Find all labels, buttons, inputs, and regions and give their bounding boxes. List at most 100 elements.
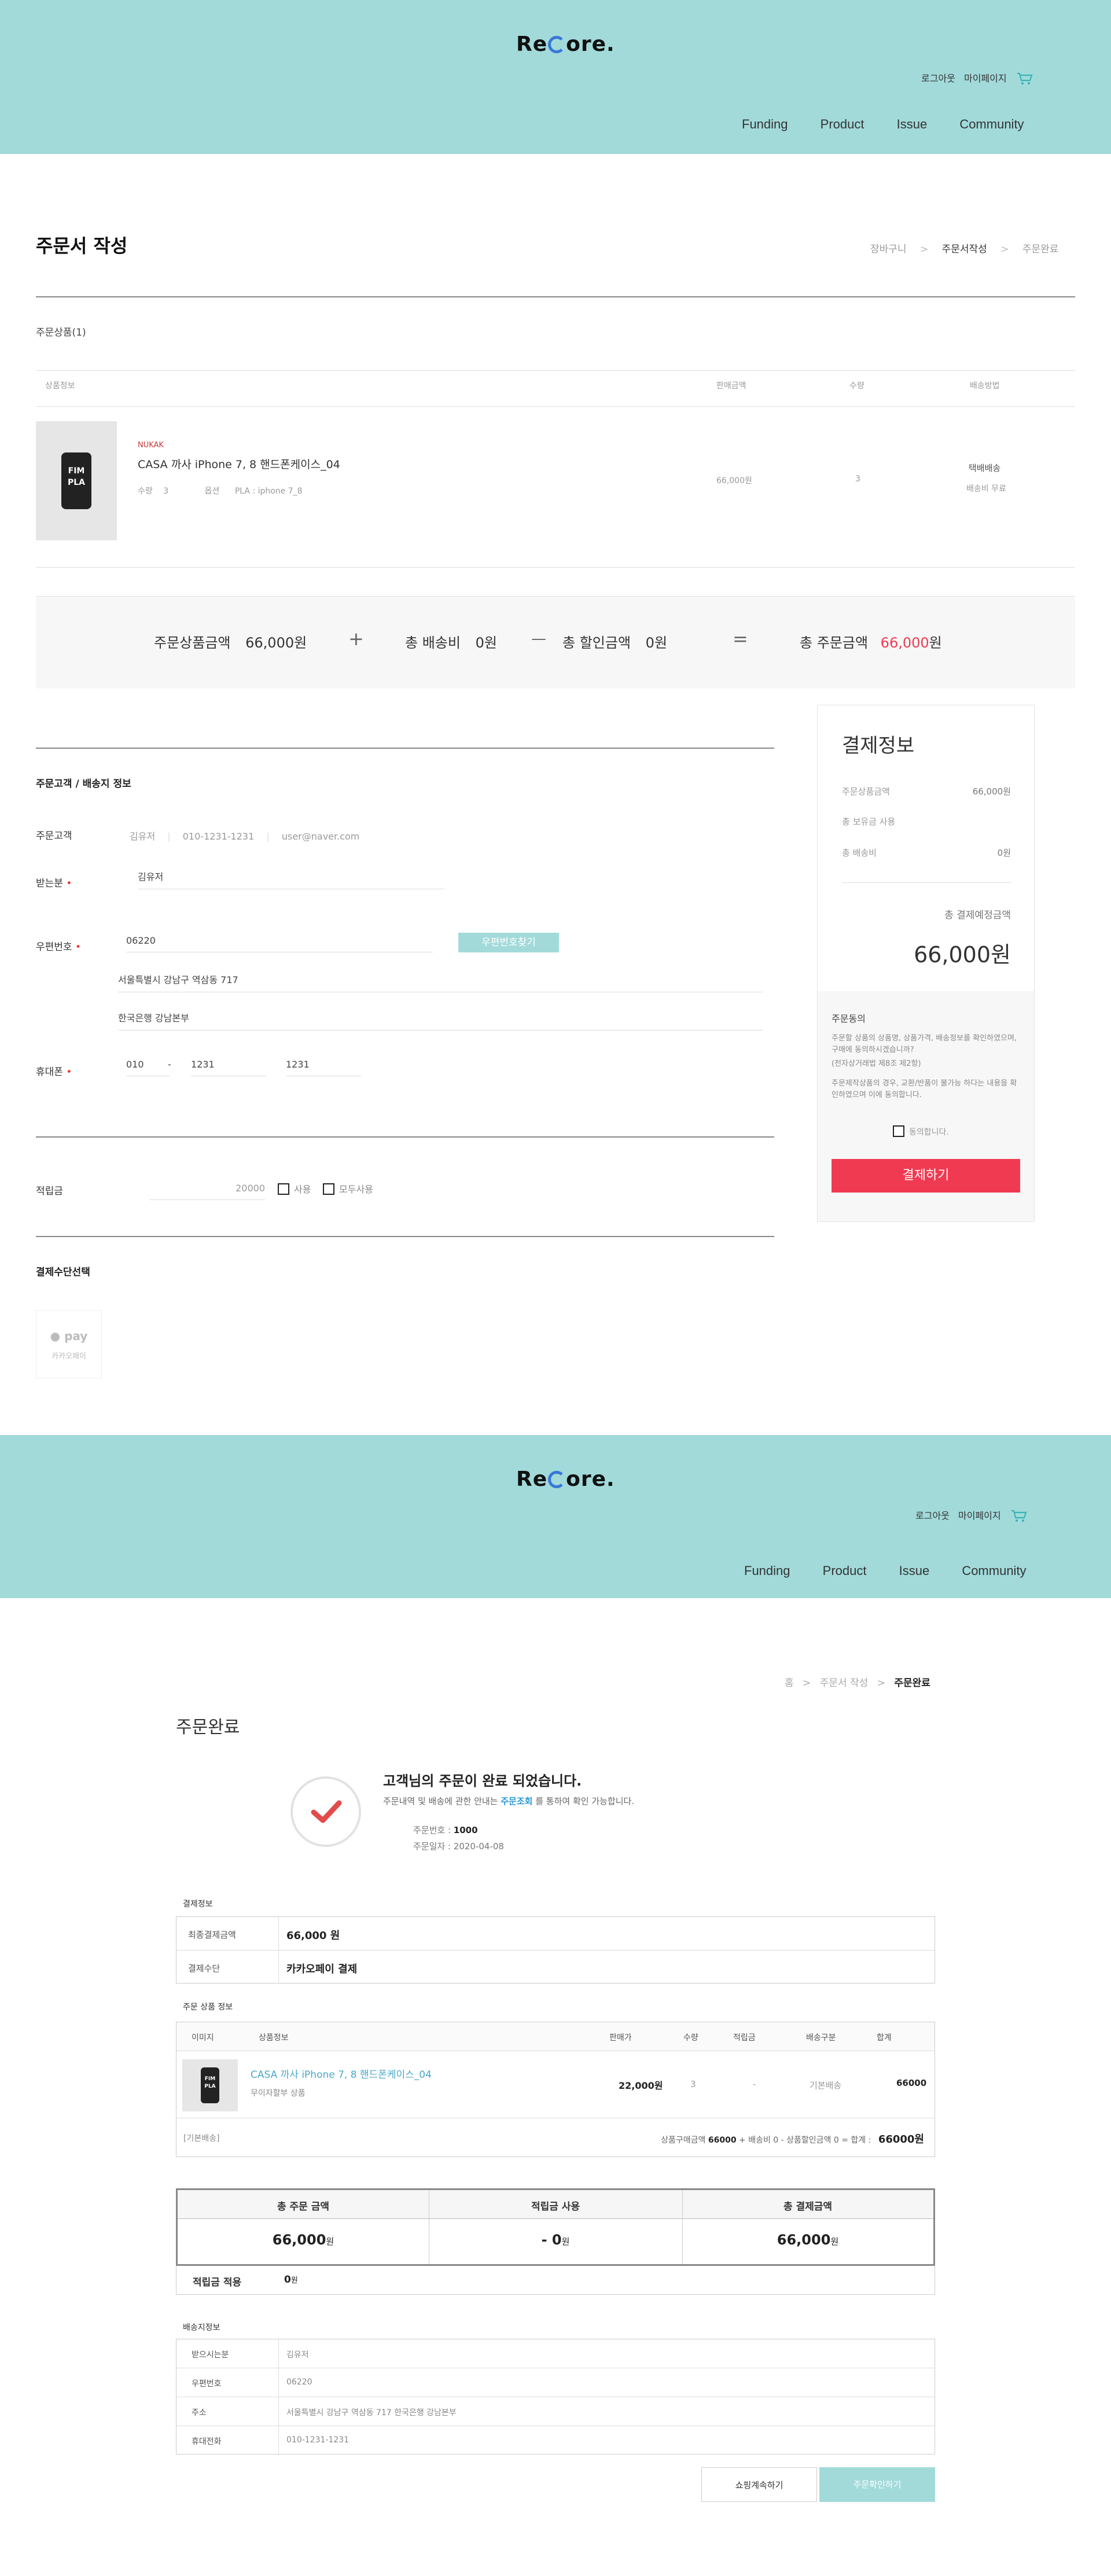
pay-button[interactable]: 결제하기 (832, 1159, 1020, 1193)
nav-community[interactable]: Community (959, 117, 1024, 131)
goods-thumb-text-2: PLA (204, 2084, 216, 2089)
use-label: 사용 (294, 1184, 311, 1195)
customer-section-title: 주문고객 / 배송지 정보 (36, 778, 131, 790)
divider (36, 296, 1075, 297)
mypage-link[interactable]: 마이페이지 (958, 1510, 1001, 1521)
agree-title: 주문동의 (832, 1013, 866, 1024)
crumb-form[interactable]: 주문서 작성 (820, 1677, 869, 1689)
divider (36, 567, 1075, 568)
divider (36, 748, 774, 749)
ship-address-label: 주소 (192, 2408, 207, 2417)
kakaopay-option[interactable]: ● pay 카카오페이 (36, 1310, 102, 1378)
goods-th-info: 상품정보 (259, 2033, 289, 2043)
agree-check-label: 동의합니다. (909, 1128, 949, 1137)
totals-order-unit: 원 (326, 2236, 334, 2247)
nav-community[interactable]: Community (962, 1563, 1026, 1578)
cart-icon[interactable] (1017, 72, 1033, 85)
goods-sum: 66000 (896, 2078, 927, 2088)
summary-disc-value: 0원 (645, 635, 668, 651)
side-divider (842, 882, 1011, 883)
mobile-dash: - (168, 1059, 171, 1070)
nav-funding[interactable]: Funding (742, 117, 788, 131)
mypage-link[interactable]: 마이페이지 (964, 73, 1007, 84)
agree-text-1: 주문할 상품의 상품명, 상품가격, 배송정보를 확인하였으며, 구매에 동의하… (832, 1034, 1017, 1054)
payment-info-panel: 결제정보 주문상품금액 66,000원 총 보유금 사용 총 배송비 0원 총 … (817, 705, 1035, 1222)
mobile2-input[interactable]: 1231 (191, 1059, 266, 1076)
use-all-checkbox[interactable] (323, 1183, 334, 1195)
goods-section-title: 주문 상품 정보 (183, 2003, 233, 2012)
totals-point-amount: - 0 (541, 2232, 562, 2248)
main-nav: Funding Product Issue Community (715, 1563, 1027, 1578)
goods-ship: 기본배송 (810, 2080, 842, 2091)
cart-icon[interactable] (1011, 1510, 1027, 1522)
goods-thumb-text-1: FIM (204, 2076, 216, 2082)
top-links: 로그아웃 마이페이지 (910, 1508, 1027, 1522)
agree-checkbox-row[interactable]: 동의합니다. (893, 1125, 949, 1138)
ship-section-title: 배송지정보 (183, 2323, 220, 2332)
totals-th-point: 적립금 사용 (531, 2201, 580, 2213)
ship-phone-value: 010-1231-1231 (286, 2435, 350, 2445)
order-number: 주문번호 : 1000 (413, 1824, 478, 1836)
logo[interactable]: Re ore. (516, 1467, 615, 1491)
goods-name[interactable]: CASA 까사 iPhone 7, 8 핸드폰케이스_04 (251, 2066, 432, 2081)
logo[interactable]: Re ore. (516, 32, 615, 56)
address2-input[interactable]: 한국은행 강남본부 (118, 1010, 763, 1031)
sum-line-pre: 상품구매금액 (661, 2136, 708, 2145)
goods-price: 22,000원 (619, 2080, 663, 2091)
side-items-value: 66,000원 (972, 786, 1011, 797)
plus-icon: + (348, 628, 364, 650)
site-header: Re ore. 로그아웃 마이페이지 Funding Product Issue … (0, 0, 1111, 154)
product-count: 3 (855, 474, 860, 484)
points-input[interactable]: 20000 (149, 1183, 265, 1200)
ship-receiver-label: 받으시는분 (192, 2350, 229, 2360)
page-title: 주문서 작성 (36, 235, 128, 257)
goods-table: 이미지 상품정보 판매가 수량 적립금 배송구분 합계 FIM PLA CASA… (176, 2022, 935, 2157)
mobile3-input[interactable]: 1231 (286, 1059, 361, 1076)
use-checkbox[interactable] (278, 1183, 289, 1195)
complete-sub-pre: 주문내역 및 배송에 관한 안내는 (383, 1796, 501, 1806)
order-lookup-link[interactable]: 주문조회 (501, 1796, 532, 1806)
receiver-label-text: 받는분 (36, 878, 63, 889)
nav-issue[interactable]: Issue (897, 117, 928, 131)
side-items-label: 주문상품금액 (842, 786, 890, 797)
step-complete: 주문완료 (1022, 244, 1059, 255)
points-use-all[interactable]: 모두사용 (323, 1182, 373, 1195)
complete-sub: 주문내역 및 배송에 관한 안내는 주문조회 를 통하여 확인 가능합니다. (383, 1795, 634, 1807)
pay-method-value: 카카오페이 결제 (286, 1963, 358, 1975)
zip-input[interactable]: 06220 (126, 935, 433, 952)
chat-bubble-icon: ● (50, 1329, 61, 1343)
product-thumbnail[interactable]: FIM PLA (36, 421, 117, 540)
check-order-button[interactable]: 주문확인하기 (819, 2467, 935, 2502)
point-apply-row: 적립금 적용 0원 (176, 2266, 935, 2295)
summary-ship-label: 총 배송비 (405, 635, 461, 651)
address1-input[interactable]: 서울특별시 강남구 역삼동 717 (118, 972, 763, 992)
th-product: 상품정보 (45, 381, 75, 391)
check-circle-icon (290, 1776, 361, 1847)
points-use[interactable]: 사용 (278, 1182, 311, 1195)
receiver-input[interactable]: 김유저 (138, 869, 444, 889)
crumb-home[interactable]: 홈 (785, 1677, 794, 1689)
logout-link[interactable]: 로그아웃 (921, 73, 955, 84)
ship-zip-label: 우편번호 (192, 2379, 222, 2389)
summary-items-label: 주문상품금액 (154, 635, 231, 651)
continue-shopping-button[interactable]: 쇼핑계속하기 (701, 2467, 817, 2502)
zip-search-button[interactable]: 우편번호찾기 (458, 933, 559, 952)
logout-link[interactable]: 로그아웃 (915, 1510, 950, 1521)
divider (36, 1136, 774, 1138)
kakaopay-logo-text: pay (64, 1329, 88, 1343)
logo-text-post: ore. (566, 32, 615, 56)
goods-thumbnail[interactable]: FIM PLA (182, 2059, 238, 2111)
summary-disc-label: 총 할인금액 (562, 635, 631, 651)
logo-text-pre: Re (516, 1467, 548, 1491)
payment-section-title: 결제수단선택 (36, 1267, 90, 1278)
logo-ring-icon (548, 1471, 566, 1488)
nav-product[interactable]: Product (821, 117, 864, 131)
product-name[interactable]: CASA 까사 iPhone 7, 8 핸드폰케이스_04 (138, 456, 340, 472)
nav-issue[interactable]: Issue (899, 1563, 930, 1578)
nav-product[interactable]: Product (823, 1563, 867, 1578)
mobile1-input[interactable]: 010 (126, 1059, 170, 1076)
agree-checkbox[interactable] (893, 1125, 904, 1137)
nav-funding[interactable]: Funding (744, 1563, 790, 1578)
sum-line: 상품구매금액 66000 + 배송비 0 - 상품할인금액 0 = 합계 : 6… (661, 2131, 924, 2146)
th-ship: 배송방법 (970, 381, 1000, 391)
